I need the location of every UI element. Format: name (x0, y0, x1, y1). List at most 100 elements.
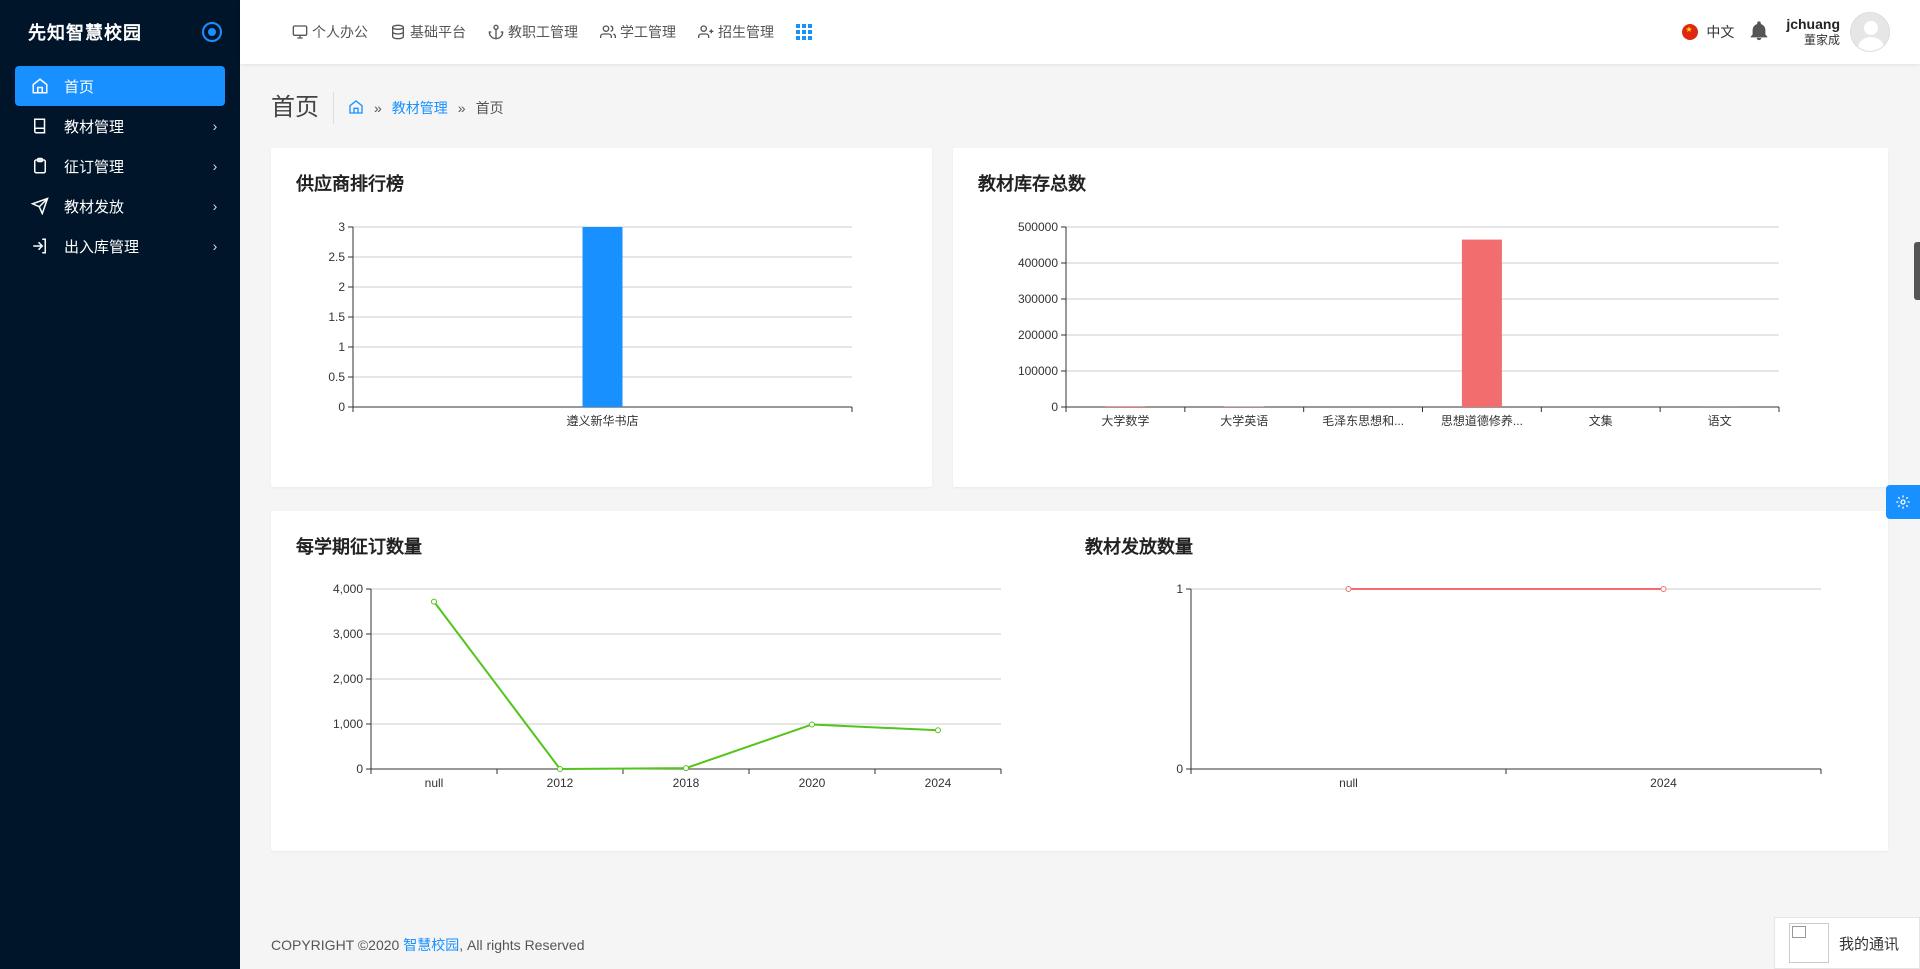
footer-prefix: COPYRIGHT ©2020 (271, 937, 404, 953)
user-info[interactable]: jchuang 董家成 (1786, 16, 1840, 48)
footer-brand-link[interactable]: 智慧校园 (403, 937, 459, 953)
breadcrumb-separator: » (374, 100, 382, 116)
y-tick-label: 1 (1176, 582, 1183, 596)
sidebar-item-label: 出入库管理 (64, 238, 140, 256)
y-tick-label: 2 (338, 280, 345, 294)
sidebar-item-label: 征订管理 (64, 158, 125, 176)
sidebar-item-distribution[interactable]: 教材发放 › (15, 186, 225, 226)
y-tick-label: 3 (338, 220, 345, 234)
topnav-item-personal-office[interactable]: 个人办公 (292, 22, 368, 42)
y-tick-label: 1 (338, 340, 345, 354)
avatar[interactable] (1850, 12, 1890, 52)
data-point (431, 598, 437, 605)
footer-suffix: , All rights Reserved (459, 937, 585, 953)
distribution-count-chart: 0 1 null 2024 (1176, 582, 1822, 790)
topnav-item-students[interactable]: 学工管理 (600, 22, 676, 42)
home-icon[interactable] (348, 99, 364, 118)
x-tick-label: 2024 (925, 776, 952, 790)
series-line (433, 600, 939, 771)
sidebar-menu: 首页 教材管理 › 征订管理 › 教材发放 › 出入库管理 › (0, 64, 240, 268)
bar (1461, 239, 1502, 407)
topnav-item-staff[interactable]: 教职工管理 (488, 22, 578, 42)
home-icon (30, 76, 50, 96)
stock-total-card: 教材库存总数 0 100000 200000 300000 400000 500000 大学… (953, 148, 1888, 487)
y-tick-label: 200000 (1018, 328, 1058, 342)
book-icon (30, 116, 50, 136)
x-tick-label: 大学数学 (1101, 413, 1149, 428)
y-tick-label: 0 (356, 762, 363, 776)
sidebar-item-label: 教材发放 (64, 198, 125, 216)
x-tick-label: 大学英语 (1220, 413, 1268, 428)
breadcrumb-current: 首页 (475, 100, 504, 116)
topnav-item-basic-platform[interactable]: 基础平台 (390, 22, 466, 42)
y-tick-label: 0 (1051, 400, 1058, 414)
user-plus-icon (698, 25, 714, 38)
sidebar-item-orders[interactable]: 征订管理 › (15, 146, 225, 186)
sidebar-item-label: 首页 (64, 78, 95, 96)
y-tick-label: 2.5 (328, 250, 345, 264)
users-icon (600, 25, 616, 38)
anchor-icon (488, 24, 504, 40)
supplier-ranking-chart: 0 0.5 1 1.5 2 2.5 3 遵义新华书店 (328, 220, 853, 428)
x-tick-label: null (425, 776, 444, 790)
china-flag-icon (1682, 24, 1699, 40)
orders-per-semester-chart: 0 1,000 2,000 3,000 4,000 null 2012 2018 2020 202… (333, 582, 1002, 790)
language-label: 中文 (1706, 24, 1735, 40)
sidebar: 先知智慧校园 首页 教材管理 › 征订管理 › 教材发放 › 出入库管理 › (0, 0, 240, 969)
footer: COPYRIGHT ©2020 智慧校园, All rights Reserve… (271, 935, 585, 955)
x-tick-label: 2018 (673, 776, 700, 790)
stock-total-chart: 0 100000 200000 300000 400000 500000 大学数学 大学英语 毛… (1018, 220, 1780, 428)
brand-title: 先知智慧校园 (28, 23, 142, 43)
y-tick-label: 1.5 (328, 310, 345, 324)
y-tick-label: 4,000 (333, 582, 363, 596)
topnav-label: 基础平台 (410, 24, 466, 40)
my-communication-button[interactable]: 我的通讯 (1774, 917, 1920, 969)
data-point (683, 765, 689, 772)
bar (1105, 406, 1146, 407)
breadcrumb-link[interactable]: 教材管理 (392, 98, 448, 118)
y-tick-label: 500000 (1018, 220, 1058, 234)
x-tick-label: 遵义新华书店 (566, 413, 638, 428)
x-tick-label: 2012 (547, 776, 574, 790)
send-icon (30, 196, 50, 216)
settings-gear-icon[interactable] (1886, 485, 1920, 519)
sidebar-item-textbooks[interactable]: 教材管理 › (15, 106, 225, 146)
sidebar-toggle-icon[interactable] (202, 22, 222, 42)
bell-icon[interactable] (1748, 20, 1770, 45)
sidebar-item-inventory[interactable]: 出入库管理 › (15, 226, 225, 266)
breadcrumb-separator: » (457, 100, 466, 116)
x-tick-label: 2020 (799, 776, 826, 790)
chevron-right-icon: › (212, 198, 218, 214)
x-tick-label: null (1339, 776, 1358, 790)
brand-bar: 先知智慧校园 (0, 0, 240, 64)
header-right: 中文 jchuang 董家成 (1682, 0, 1890, 64)
monitor-icon (292, 25, 308, 39)
y-tick-label: 2,000 (333, 672, 363, 686)
x-tick-label: 文集 (1589, 413, 1613, 428)
topnav-label: 招生管理 (718, 24, 774, 40)
topnav-label: 个人办公 (312, 24, 368, 40)
chevron-right-icon: › (212, 158, 218, 174)
data-point (1660, 586, 1667, 592)
data-point (557, 766, 563, 772)
x-tick-label: 语文 (1708, 413, 1732, 428)
user-display-name: 董家成 (1803, 33, 1840, 47)
y-tick-label: 0 (1176, 762, 1183, 776)
page-title: 首页 (271, 92, 334, 124)
y-tick-label: 400000 (1018, 256, 1058, 270)
side-drawer-handle[interactable] (1914, 242, 1920, 300)
breadcrumb: » 教材管理 » 首页 (348, 98, 504, 118)
top-nav: 个人办公 基础平台 教职工管理 学工管理 招生管理 (292, 22, 812, 42)
sidebar-item-label: 教材管理 (64, 118, 125, 136)
sidebar-item-home[interactable]: 首页 (15, 66, 225, 106)
data-point (809, 721, 815, 728)
language-switcher[interactable]: 中文 (1682, 22, 1734, 42)
y-tick-label: 300000 (1018, 292, 1058, 306)
x-tick-label: 毛泽东思想和... (1322, 413, 1404, 428)
comm-label: 我的通讯 (1839, 935, 1900, 953)
x-tick-label: 思想道德修养... (1441, 413, 1523, 428)
login-icon (30, 236, 50, 256)
x-tick-label: 2024 (1650, 776, 1677, 790)
apps-grid-icon[interactable] (796, 24, 812, 40)
topnav-item-admissions[interactable]: 招生管理 (698, 22, 774, 42)
